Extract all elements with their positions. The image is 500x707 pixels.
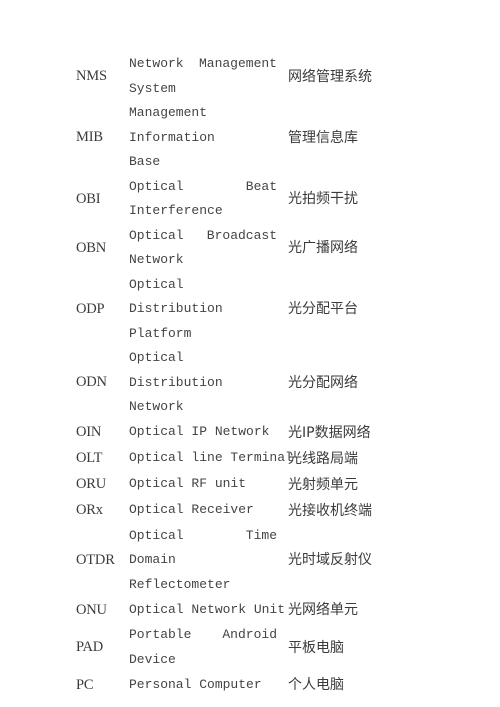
table-row: MIB Management Information Base 管理信息库 [74,101,394,175]
abbreviation-cell: ODP [76,300,105,317]
english-term-cell: Portable Android Device [129,623,281,672]
chinese-term-cell: 个人电脑 [288,677,344,693]
english-term-cell: Optical Distribution Network [129,346,281,420]
abbreviation-cell: OBN [76,239,107,256]
chinese-term-cell: 光分配网络 [288,374,358,391]
table-row: ORU Optical RF unit 光射频单元 [74,472,394,498]
chinese-term-cell: 光时域反射仪 [288,552,372,569]
table-row: PAD Portable Android Device 平板电脑 [74,623,394,672]
table-row: OTDR Optical Time Domain Reflectometer 光时域反… [74,524,394,598]
table-row: OIN Optical IP Network 光IP数据网络 [74,420,394,446]
table-row: PC Personal Computer 个人电脑 [74,672,394,698]
table-row: OBN Optical Broadcast Network 光广播网络 [74,224,394,273]
abbreviation-cell: OLT [76,450,103,466]
table-row: OBI Optical Beat Interference 光拍频干扰 [74,175,394,224]
chinese-term-cell: 光分配平台 [288,301,358,318]
english-term-line: Optical Receiver [129,502,254,518]
abbreviation-cell: PC [76,676,94,693]
english-term-line: Optical Distribution [129,350,223,390]
table-row: ODP Optical Distribution Platform 光分配平台 [74,273,394,347]
english-term-line: Network [129,399,184,414]
glossary-table-body: NMS Network Management System 网络管理系统 MIB Mana… [74,52,394,698]
english-term-cell: Optical Network Unit [129,597,286,623]
abbreviation-cell: OIN [76,424,102,440]
english-term-line: Optical Broadcast [129,227,277,243]
english-term-cell: Optical RF unit [129,472,281,498]
english-term-cell: Optical IP Network [129,420,281,446]
chinese-term-cell: 光IP数据网络 [288,424,371,441]
english-term-line: Platform [129,325,192,341]
english-term-line: Network Management [129,56,277,71]
chinese-term-cell: 光拍频干扰 [288,191,358,207]
english-term-cell: Optical line Terminal [129,446,293,472]
chinese-term-cell: 管理信息库 [288,129,358,146]
abbreviation-cell: NMS [76,68,107,84]
english-term-line: Optical line Terminal [129,450,293,466]
english-term-cell: Optical Broadcast Network [129,224,281,273]
english-term-line: Optical Beat [129,178,277,194]
english-term-line: Interference [129,203,223,218]
english-term-cell: Optical Distribution Platform [129,273,281,347]
abbreviation-cell: OTDR [76,551,115,568]
chinese-term-cell: 光网络单元 [288,602,358,618]
abbreviation-cell: ODN [76,374,107,391]
english-term-cell: Personal Computer [129,672,281,698]
english-term-cell: Optical Time Domain Reflectometer [129,524,281,598]
chinese-term-cell: 网络管理系统 [288,68,372,85]
abbreviation-cell: MIB [76,129,103,146]
abbreviation-cell: PAD [76,639,104,655]
abbreviation-cell: ONU [76,601,107,618]
english-term-line: Optical RF unit [129,476,247,492]
english-term-line: Optical Time Domain [129,527,277,568]
table-row: NMS Network Management System 网络管理系统 [74,52,394,101]
english-term-cell: Optical Receiver [129,498,281,524]
english-term-cell: Management Information Base [129,101,281,175]
chinese-term-cell: 光线路局端 [288,450,358,467]
abbreviation-cell: OBI [76,190,101,207]
document-page: NMS Network Management System 网络管理系统 MIB Mana… [0,0,500,707]
english-term-line: System [129,80,176,96]
english-term-line: Management Information [129,105,215,145]
chinese-term-cell: 光射频单元 [288,476,358,493]
english-term-line: Base [129,154,161,169]
english-term-cell: Network Management System [129,52,281,101]
chinese-term-cell: 光接收机终端 [288,502,372,519]
english-term-line: Optical Distribution [129,276,223,317]
chinese-term-cell: 光广播网络 [288,240,358,256]
abbreviation-cell: ORU [76,476,107,492]
glossary-table: NMS Network Management System 网络管理系统 MIB Mana… [74,52,394,698]
abbreviation-cell: ORx [76,502,103,518]
chinese-term-cell: 平板电脑 [288,639,344,656]
table-row: ONU Optical Network Unit 光网络单元 [74,597,394,623]
english-term-line: Reflectometer [129,576,231,592]
table-row: OLT Optical line Terminal 光线路局端 [74,446,394,472]
english-term-line: Optical Network Unit [129,601,286,617]
english-term-line: Network [129,252,184,267]
table-row: ORx Optical Receiver 光接收机终端 [74,498,394,524]
english-term-cell: Optical Beat Interference [129,175,281,224]
english-term-line: Device [129,651,176,667]
english-term-line: Optical IP Network [129,424,270,440]
english-term-line: Personal Computer [129,676,262,692]
english-term-line: Portable Android [129,627,277,642]
table-row: ODN Optical Distribution Network 光分配网络 [74,346,394,420]
